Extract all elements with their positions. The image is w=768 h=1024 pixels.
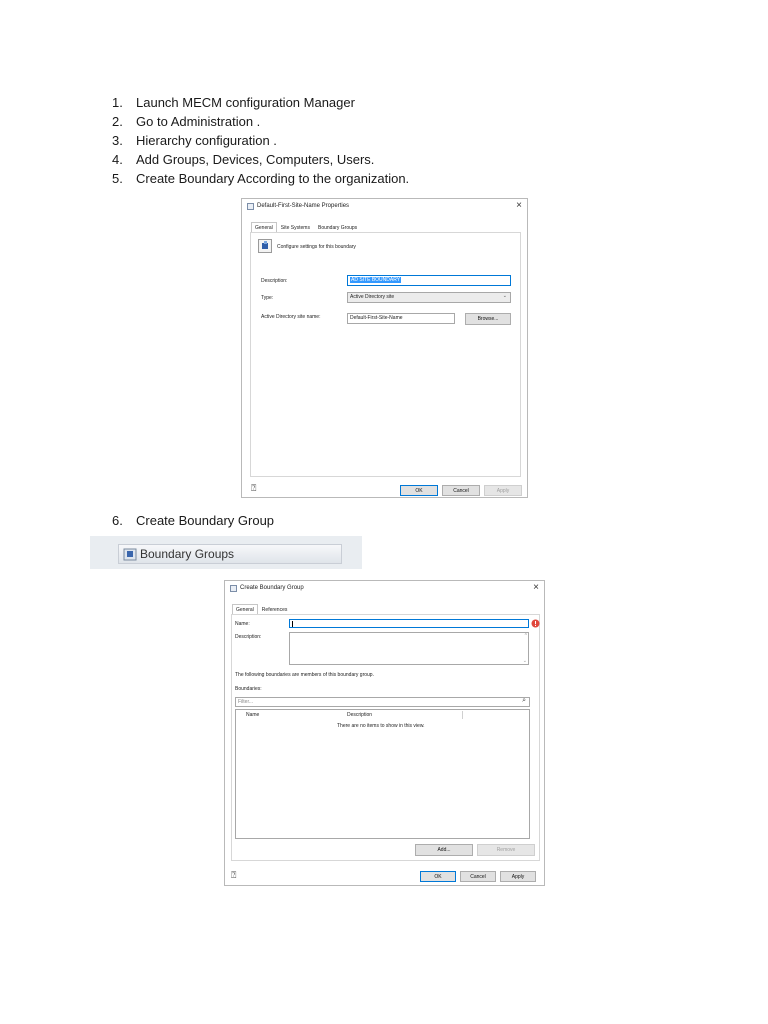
ad-site-label: Active Directory site name: (261, 314, 321, 320)
column-divider (462, 711, 463, 719)
dialog-titlebar: Default-First-Site-Name Properties × (242, 199, 527, 215)
boundary-groups-label: Boundary Groups (140, 547, 235, 561)
description-textarea[interactable]: ^ ⌄ (289, 632, 529, 665)
cancel-button[interactable]: Cancel (442, 485, 480, 496)
search-icon[interactable]: ⌕ (522, 698, 526, 705)
apply-button[interactable]: Apply (484, 485, 522, 496)
column-header-name[interactable]: Name (246, 712, 259, 718)
step-item: 6. Create Boundary Group (112, 513, 275, 528)
help-icon[interactable]: ⍰ (231, 870, 236, 881)
close-icon[interactable]: × (516, 200, 522, 211)
boundary-icon (258, 239, 272, 253)
dialog-title: Create Boundary Group (240, 585, 304, 591)
description-label: Description: (235, 634, 262, 640)
browse-button[interactable]: Browse... (465, 313, 511, 325)
create-boundary-group-dialog: Create Boundary Group × General Referenc… (224, 580, 545, 886)
step-item: 5. Create Boundary According to the organ… (112, 171, 410, 186)
description-value: AD SITE BOUNDARY (350, 277, 402, 283)
members-text: The following boundaries are members of … (235, 672, 374, 678)
boundaries-list[interactable]: Name Description There are no items to s… (235, 709, 530, 839)
apply-button[interactable]: Apply (500, 871, 536, 882)
type-label: Type: (261, 295, 274, 301)
console-node-strip: Boundary Groups (90, 536, 362, 569)
dialog-app-icon (247, 203, 254, 210)
boundary-properties-dialog: Default-First-Site-Name Properties × Gen… (241, 198, 528, 498)
error-icon (531, 619, 540, 628)
remove-button[interactable]: Remove (477, 844, 535, 856)
ad-site-value: Default-First-Site-Name (350, 315, 403, 321)
column-header-description[interactable]: Description (347, 712, 372, 718)
add-button[interactable]: Add... (415, 844, 473, 856)
name-label: Name: (235, 621, 250, 627)
filter-input[interactable]: Filter... ⌕ (235, 697, 530, 707)
dialog-titlebar: Create Boundary Group × (225, 581, 544, 597)
empty-list-text: There are no items to show in this view. (337, 723, 425, 729)
scroll-up-icon[interactable]: ^ (525, 633, 527, 639)
ad-site-field[interactable]: Default-First-Site-Name (347, 313, 455, 324)
step-item: 3. Hierarchy configuration . (112, 133, 277, 148)
boundary-groups-node[interactable]: Boundary Groups (118, 544, 342, 564)
scroll-down-icon[interactable]: ⌄ (523, 658, 527, 664)
step-item: 4. Add Groups, Devices, Computers, Users. (112, 152, 375, 167)
dialog-app-icon (230, 585, 237, 592)
step-item: 2. Go to Administration . (112, 114, 261, 129)
text-cursor (292, 621, 293, 627)
cancel-button[interactable]: Cancel (460, 871, 496, 882)
type-select[interactable]: Active Directory site ⌄ (347, 292, 511, 303)
ok-button[interactable]: OK (400, 485, 438, 496)
general-panel: Name: Description: ^ ⌄ The following bou… (231, 614, 540, 861)
general-panel: Configure settings for this boundary Des… (250, 232, 521, 477)
chevron-down-icon: ⌄ (502, 293, 507, 299)
help-icon[interactable]: ⍰ (251, 483, 256, 494)
description-field[interactable]: AD SITE BOUNDARY (347, 275, 511, 286)
ok-button[interactable]: OK (420, 871, 456, 882)
step-item: 1. Launch MECM configuration Manager (112, 95, 355, 110)
filter-placeholder: Filter... (238, 699, 254, 705)
boundary-groups-icon (123, 548, 137, 561)
type-value: Active Directory site (350, 294, 395, 300)
dialog-title: Default-First-Site-Name Properties (257, 203, 350, 209)
close-icon[interactable]: × (533, 582, 539, 593)
name-input[interactable] (289, 619, 529, 628)
header-text: Configure settings for this boundary (277, 244, 356, 250)
boundaries-label: Boundaries: (235, 686, 262, 692)
steps-list: 1. Launch MECM configuration Manager 2. Go… (112, 93, 409, 188)
description-label: Description: (261, 278, 288, 284)
